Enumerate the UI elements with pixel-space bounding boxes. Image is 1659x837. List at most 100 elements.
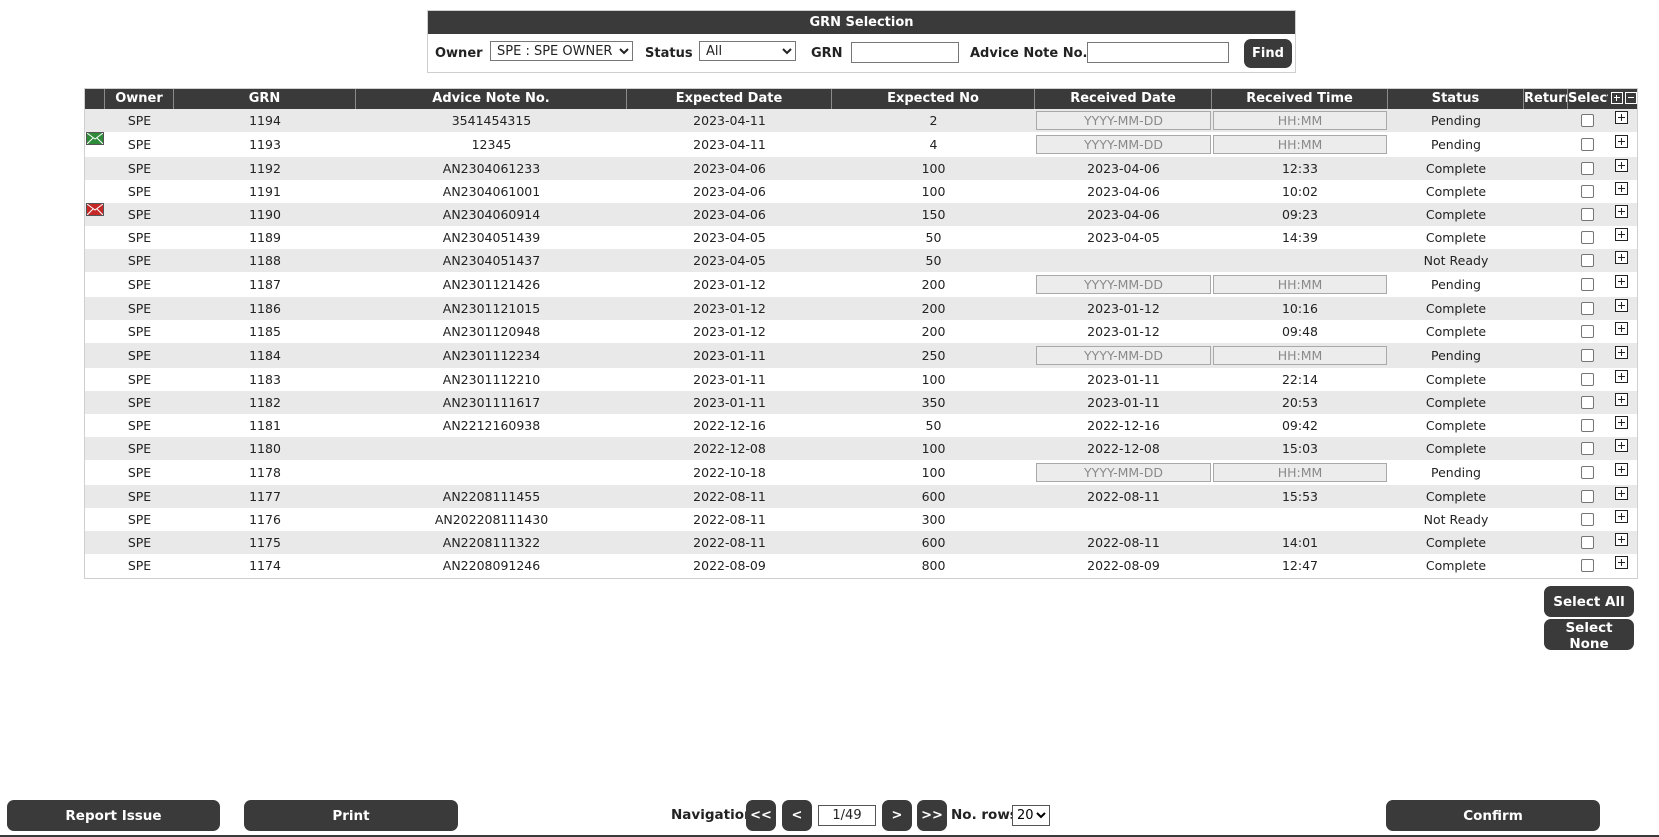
- rows-per-page-select[interactable]: 20: [1012, 805, 1050, 826]
- row-select-checkbox[interactable]: [1581, 466, 1594, 479]
- report-issue-button[interactable]: Report Issue: [7, 800, 220, 831]
- row-select-checkbox[interactable]: [1581, 419, 1594, 432]
- expand-row-icon[interactable]: [1615, 205, 1628, 218]
- row-select-checkbox[interactable]: [1581, 490, 1594, 503]
- row-select-checkbox[interactable]: [1581, 373, 1594, 386]
- table-row: SPE 1191 AN2304061001 2023-04-06 100 2023-04-…: [85, 180, 1637, 203]
- expected-no-cell: 50: [925, 230, 942, 245]
- advice-note-cell: AN2208111455: [442, 489, 541, 504]
- header-grn[interactable]: GRN: [174, 89, 356, 109]
- expected-date-cell: 2022-08-09: [693, 558, 766, 573]
- received-date-input[interactable]: YYYY-MM-DD: [1036, 275, 1211, 294]
- received-date-cell: [1035, 508, 1212, 531]
- row-select-checkbox[interactable]: [1581, 349, 1594, 362]
- header-expected-no[interactable]: Expected No: [832, 89, 1035, 109]
- expand-row-icon[interactable]: [1615, 228, 1628, 241]
- row-select-checkbox[interactable]: [1581, 559, 1594, 572]
- received-time-cell: [1212, 249, 1388, 272]
- grn-cell: 1191: [249, 184, 281, 199]
- row-select-checkbox[interactable]: [1581, 396, 1594, 409]
- received-time-input[interactable]: HH:MM: [1213, 463, 1387, 482]
- header-received-date[interactable]: Received Date: [1035, 89, 1212, 109]
- owner-select[interactable]: SPE : SPE OWNER: [490, 41, 633, 61]
- expand-row-icon[interactable]: [1615, 463, 1628, 476]
- expand-row-icon[interactable]: [1615, 275, 1628, 288]
- select-all-button[interactable]: Select All: [1544, 586, 1634, 617]
- row-select-checkbox[interactable]: [1581, 208, 1594, 221]
- received-date-cell: 2023-01-12: [1087, 301, 1160, 316]
- header-select[interactable]: Select: [1568, 89, 1608, 109]
- expected-date-cell: 2022-08-11: [693, 512, 766, 527]
- prev-page-button[interactable]: <: [782, 800, 812, 831]
- expand-row-icon[interactable]: [1615, 346, 1628, 359]
- table-row: SPE 1174 AN2208091246 2022-08-09 800 2022-08-…: [85, 554, 1637, 577]
- expand-row-icon[interactable]: [1615, 393, 1628, 406]
- row-select-checkbox[interactable]: [1581, 442, 1594, 455]
- status-cell: Complete: [1425, 301, 1487, 316]
- row-select-checkbox[interactable]: [1581, 114, 1594, 127]
- collapse-all-icon[interactable]: [1625, 92, 1637, 104]
- expand-row-icon[interactable]: [1615, 251, 1628, 264]
- owner-cell: SPE: [127, 348, 152, 363]
- expand-row-icon[interactable]: [1615, 439, 1628, 452]
- print-button[interactable]: Print: [244, 800, 458, 831]
- received-date-input[interactable]: YYYY-MM-DD: [1036, 346, 1211, 365]
- row-select-checkbox[interactable]: [1581, 231, 1594, 244]
- row-select-checkbox[interactable]: [1581, 278, 1594, 291]
- expand-row-icon[interactable]: [1615, 416, 1628, 429]
- expand-row-icon[interactable]: [1615, 135, 1628, 148]
- expand-row-icon[interactable]: [1615, 111, 1628, 124]
- header-advice-note[interactable]: Advice Note No.: [356, 89, 627, 109]
- received-time-input[interactable]: HH:MM: [1213, 346, 1387, 365]
- owner-cell: SPE: [127, 301, 152, 316]
- advice-note-input[interactable]: [1087, 42, 1229, 63]
- header-return[interactable]: Return: [1524, 89, 1568, 109]
- header-received-time[interactable]: Received Time: [1212, 89, 1388, 109]
- header-expected-date[interactable]: Expected Date: [627, 89, 832, 109]
- expand-all-icon[interactable]: [1611, 92, 1623, 104]
- expand-row-icon[interactable]: [1615, 487, 1628, 500]
- row-select-checkbox[interactable]: [1581, 302, 1594, 315]
- row-select-checkbox[interactable]: [1581, 325, 1594, 338]
- row-select-checkbox[interactable]: [1581, 536, 1594, 549]
- received-time-input[interactable]: HH:MM: [1213, 135, 1387, 154]
- mail-sent-icon[interactable]: [86, 132, 104, 145]
- row-select-checkbox[interactable]: [1581, 513, 1594, 526]
- last-page-button[interactable]: >>: [917, 800, 947, 831]
- received-date-input[interactable]: YYYY-MM-DD: [1036, 135, 1211, 154]
- first-page-button[interactable]: <<: [746, 800, 776, 831]
- expand-row-icon[interactable]: [1615, 370, 1628, 383]
- select-none-button[interactable]: Select None: [1544, 619, 1634, 652]
- expand-row-icon[interactable]: [1615, 556, 1628, 569]
- expected-date-cell: 2023-04-06: [693, 184, 766, 199]
- next-page-button[interactable]: >: [882, 800, 912, 831]
- grn-input[interactable]: [851, 42, 959, 63]
- expand-row-icon[interactable]: [1615, 322, 1628, 335]
- expand-row-icon[interactable]: [1615, 510, 1628, 523]
- expand-row-icon[interactable]: [1615, 159, 1628, 172]
- received-date-input[interactable]: YYYY-MM-DD: [1036, 111, 1211, 130]
- expand-row-icon[interactable]: [1615, 533, 1628, 546]
- mail-error-icon[interactable]: [86, 203, 104, 216]
- owner-cell: SPE: [127, 207, 152, 222]
- row-select-checkbox[interactable]: [1581, 162, 1594, 175]
- received-time-input[interactable]: HH:MM: [1213, 275, 1387, 294]
- header-owner[interactable]: Owner: [105, 89, 174, 109]
- expand-row-icon[interactable]: [1615, 299, 1628, 312]
- page-input[interactable]: 1/49: [818, 805, 876, 826]
- expand-row-icon[interactable]: [1615, 182, 1628, 195]
- confirm-button[interactable]: Confirm: [1386, 800, 1600, 831]
- row-select-checkbox[interactable]: [1581, 185, 1594, 198]
- header-status[interactable]: Status: [1388, 89, 1524, 109]
- row-select-checkbox[interactable]: [1581, 254, 1594, 267]
- expected-no-cell: 100: [921, 184, 946, 199]
- status-select[interactable]: All: [699, 41, 796, 61]
- rows-label: No. rows: [951, 807, 1018, 823]
- status-cell: Complete: [1425, 161, 1487, 176]
- received-time-cell: 09:23: [1281, 207, 1319, 222]
- find-button[interactable]: Find: [1244, 39, 1292, 68]
- received-date-input[interactable]: YYYY-MM-DD: [1036, 463, 1211, 482]
- expected-date-cell: 2023-01-12: [693, 324, 766, 339]
- received-time-input[interactable]: HH:MM: [1213, 111, 1387, 130]
- row-select-checkbox[interactable]: [1581, 138, 1594, 151]
